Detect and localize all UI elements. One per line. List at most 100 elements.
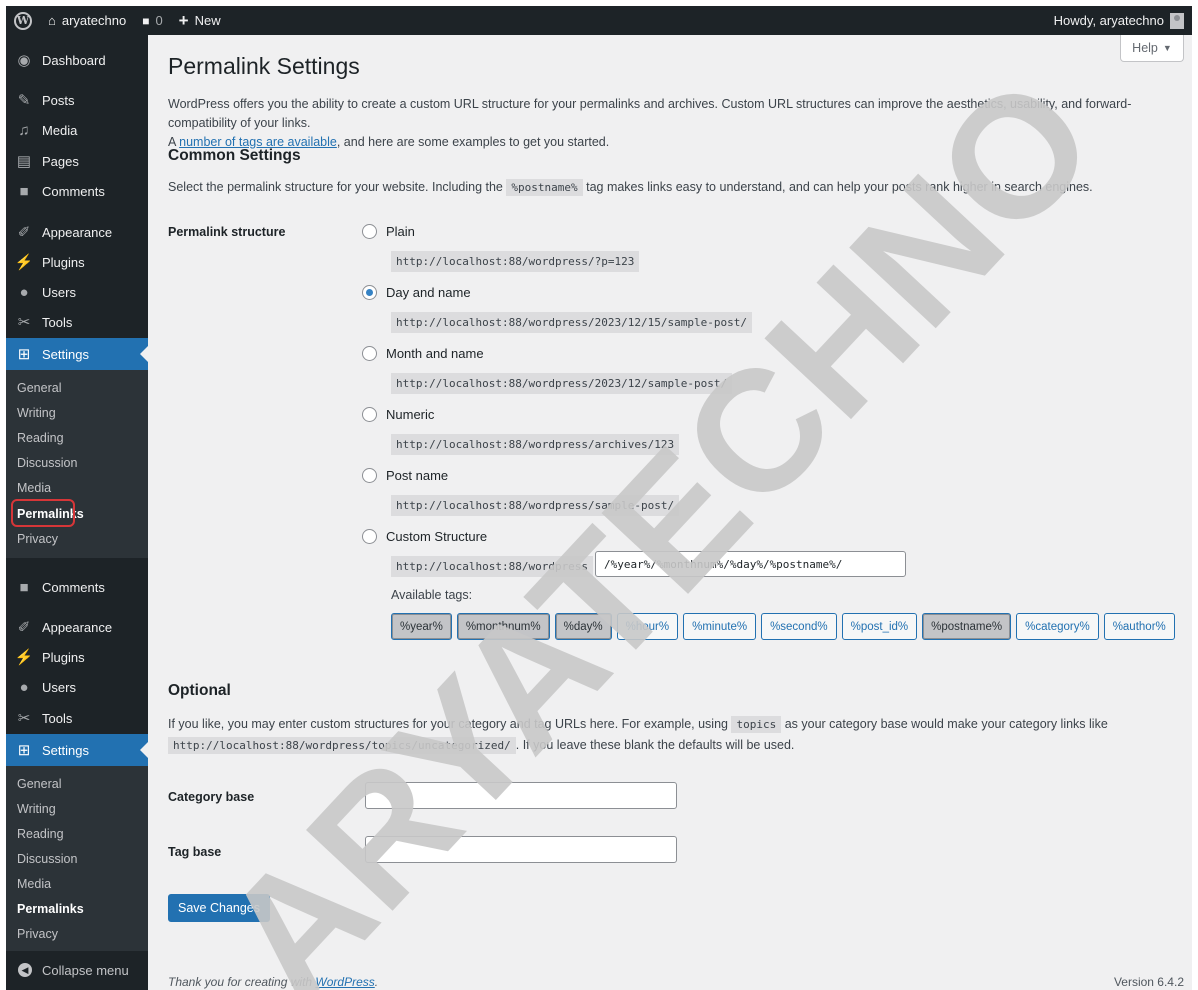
sidebar-item-plugins-2[interactable]: ⚡ Plugins (6, 643, 148, 671)
sidebar-item-label: Users (42, 284, 76, 300)
comments-link[interactable]: ■ 0 (134, 6, 170, 35)
sidebar-item-label: Pages (42, 153, 79, 169)
save-changes-button[interactable]: Save Changes (168, 894, 271, 922)
intro-suffix: , and here are some examples to get you … (336, 135, 610, 149)
radio-month-and-name[interactable] (362, 346, 377, 361)
footer-thanks: Thank you for creating with WordPress. (168, 975, 378, 989)
site-name-link[interactable]: ⌂ aryatechno (40, 6, 134, 35)
tag-button-post-id[interactable]: %post_id% (841, 613, 918, 640)
submenu-item-discussion[interactable]: Discussion (17, 456, 77, 470)
sidebar-item-label: Appearance (42, 224, 113, 240)
submenu-item-privacy[interactable]: Privacy (17, 532, 58, 546)
sidebar-item-pages[interactable]: ▤ Pages (6, 147, 148, 175)
sidebar-item-appearance-2[interactable]: ✐ Appearance (6, 613, 148, 641)
option-month-and-name[interactable]: Month and name (362, 346, 484, 361)
tag-button-second[interactable]: %second% (761, 613, 837, 640)
tag-button-hour[interactable]: %hour% (616, 613, 679, 640)
help-tab-button[interactable]: Help ▼ (1120, 35, 1184, 62)
sidebar-item-dashboard[interactable]: ◉ Dashboard (6, 46, 148, 74)
tag-base-input[interactable] (365, 836, 677, 863)
comments-icon: ■ (19, 182, 29, 200)
collapse-menu-button[interactable]: ◀ Collapse menu (6, 956, 148, 984)
option-numeric[interactable]: Numeric (362, 407, 434, 422)
site-name: aryatechno (61, 13, 127, 28)
submenu-item-privacy[interactable]: Privacy (17, 927, 58, 941)
users-icon: ● (19, 678, 29, 696)
submenu-item-media[interactable]: Media (17, 877, 51, 891)
sidebar-item-label: Plugins (42, 254, 85, 270)
tag-button-author[interactable]: %author% (1103, 613, 1175, 640)
submenu-item-general[interactable]: General (17, 777, 61, 791)
intro-text: WordPress offers you the ability to crea… (168, 95, 1188, 152)
submenu-item-general[interactable]: General (17, 381, 61, 395)
tag-button-category[interactable]: %category% (1016, 613, 1099, 640)
footer-thanks-prefix: Thank you for creating with (168, 975, 316, 989)
sidebar-item-settings-2[interactable]: ⊞ Settings (6, 734, 148, 766)
sidebar-item-label: Media (42, 122, 78, 138)
my-account-menu[interactable]: Howdy, aryatechno (1046, 6, 1192, 35)
wordpress-link[interactable]: WordPress (315, 975, 374, 989)
option-label: Custom Structure (386, 529, 488, 544)
dashboard-icon: ◉ (17, 52, 31, 69)
comments-count: 0 (155, 13, 163, 28)
submenu-item-writing[interactable]: Writing (17, 802, 56, 816)
wrench-icon: ✂ (17, 314, 31, 331)
wp-logo-menu[interactable]: W (6, 6, 40, 35)
settings-icon: ⊞ (17, 742, 31, 759)
radio-numeric[interactable] (362, 407, 377, 422)
custom-structure-prefix: http://localhost:88/wordpress (391, 556, 594, 577)
tag-button-postname[interactable]: %postname% (922, 613, 1012, 640)
tag-button-day[interactable]: %day% (554, 613, 612, 640)
sidebar-item-label: Settings (42, 346, 89, 362)
custom-structure-input[interactable]: /%year%/%monthnum%/%day%/%postname%/ (595, 551, 906, 577)
sidebar-item-users-2[interactable]: ● Users (6, 673, 148, 701)
sidebar-item-settings[interactable]: ⊞ Settings (6, 338, 148, 370)
sidebar-item-users[interactable]: ● Users (6, 278, 148, 306)
radio-plain[interactable] (362, 224, 377, 239)
submenu-item-discussion[interactable]: Discussion (17, 852, 77, 866)
tag-button-minute[interactable]: %minute% (683, 613, 757, 640)
users-icon: ● (19, 283, 29, 301)
brush-icon: ✐ (17, 224, 31, 241)
option-plain[interactable]: Plain (362, 224, 415, 239)
common-desc-suffix: tag makes links easy to understand, and … (586, 180, 1093, 194)
sidebar-item-tools[interactable]: ✂ Tools (6, 308, 148, 336)
tag-button-year[interactable]: %year% (391, 613, 452, 640)
radio-custom-structure[interactable] (362, 529, 377, 544)
submenu-item-writing[interactable]: Writing (17, 406, 56, 420)
brush-icon: ✐ (17, 619, 31, 636)
new-label: New (194, 13, 221, 28)
page-title: Permalink Settings (168, 53, 360, 79)
submenu-item-media[interactable]: Media (17, 481, 51, 495)
new-content-menu[interactable]: + New (171, 6, 229, 35)
settings-submenu-2: General Writing Reading Discussion Media… (6, 766, 148, 951)
submenu-item-reading[interactable]: Reading (17, 431, 64, 445)
sidebar-item-media[interactable]: ♫ Media (6, 116, 148, 144)
option-post-name[interactable]: Post name (362, 468, 448, 483)
settings-submenu: General Writing Reading Discussion Media… (6, 370, 148, 558)
submenu-item-permalinks[interactable]: Permalinks (17, 902, 84, 916)
url-example-day-and-name: http://localhost:88/wordpress/2023/12/15… (391, 312, 752, 333)
category-url-example-code: http://localhost:88/wordpress/topics/unc… (168, 737, 516, 754)
sidebar-item-label: Comments (42, 183, 105, 199)
option-custom-structure[interactable]: Custom Structure (362, 529, 487, 544)
sidebar-item-tools-2[interactable]: ✂ Tools (6, 704, 148, 732)
option-day-and-name[interactable]: Day and name (362, 285, 471, 300)
tag-button-monthnum[interactable]: %monthnum% (456, 613, 550, 640)
sidebar-item-appearance[interactable]: ✐ Appearance (6, 218, 148, 246)
radio-post-name[interactable] (362, 468, 377, 483)
comments-icon: ■ (19, 578, 29, 596)
category-base-input[interactable] (365, 782, 677, 809)
home-icon: ⌂ (48, 13, 56, 28)
wordpress-logo-icon: W (14, 11, 32, 30)
sidebar-item-plugins[interactable]: ⚡ Plugins (6, 248, 148, 276)
radio-day-and-name[interactable] (362, 285, 377, 300)
url-example-month-and-name: http://localhost:88/wordpress/2023/12/sa… (391, 373, 733, 394)
sidebar-item-comments-2[interactable]: ■ Comments (6, 573, 148, 601)
admin-sidebar: ◉ Dashboard ✎ Posts ♫ Media ▤ Pages ■ Co… (6, 35, 148, 990)
sidebar-item-posts[interactable]: ✎ Posts (6, 86, 148, 114)
submenu-item-reading[interactable]: Reading (17, 827, 64, 841)
comment-bubble-icon: ■ (142, 13, 150, 28)
optional-heading: Optional (168, 682, 231, 699)
sidebar-item-comments[interactable]: ■ Comments (6, 177, 148, 205)
